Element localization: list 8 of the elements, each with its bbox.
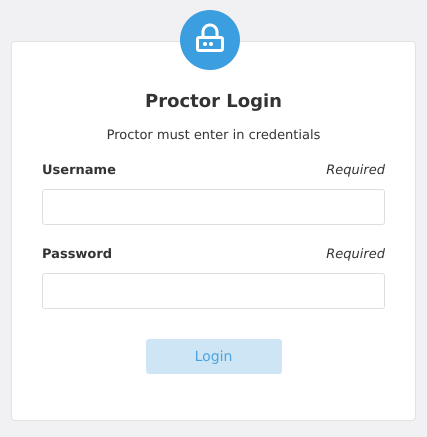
field-label: Password [42,247,112,262]
field-label: Username [42,163,116,178]
required-hint: Required [326,247,385,262]
password-field[interactable] [42,273,385,309]
login-subtitle: Proctor must enter in credentials [106,127,322,145]
required-hint: Required [326,163,385,178]
login-title: Proctor Login [144,90,283,114]
username-field[interactable] [42,189,385,225]
